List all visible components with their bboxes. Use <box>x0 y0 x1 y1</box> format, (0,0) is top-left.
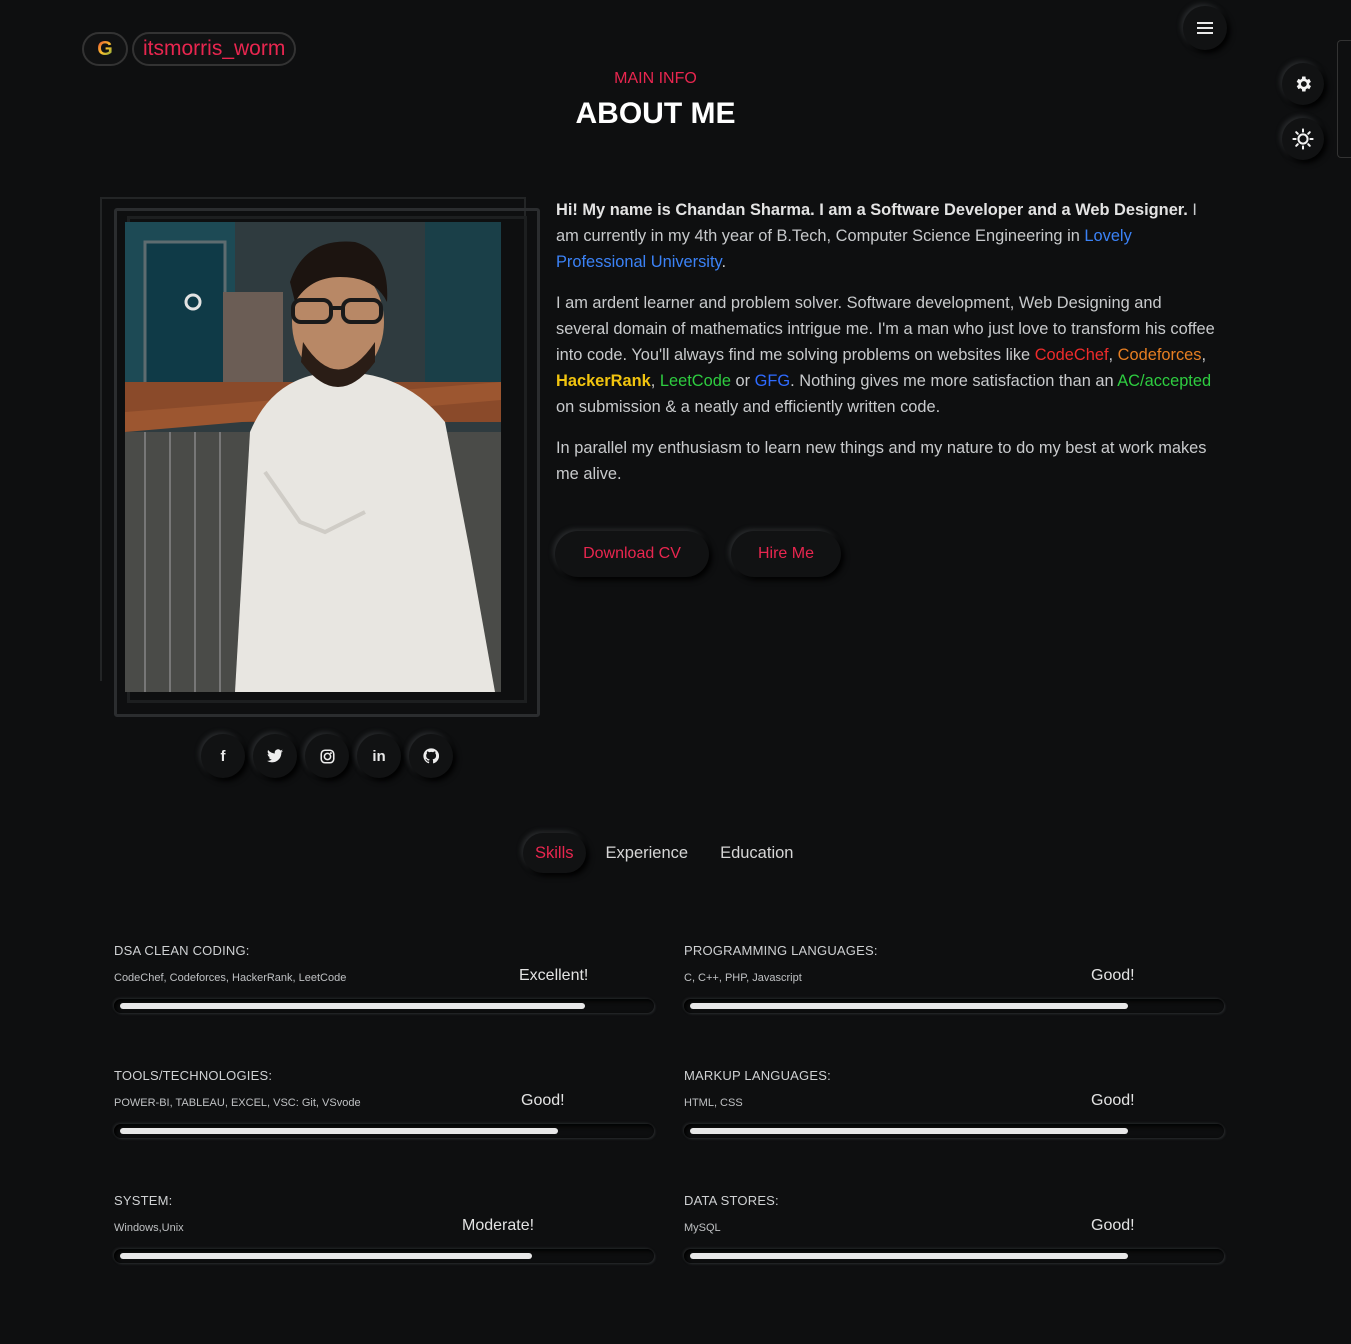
p2-text-b: . Nothing gives me more satisfaction tha… <box>790 372 1118 390</box>
intro-bold: Hi! My name is Chandan Sharma. I am a So… <box>556 201 1188 219</box>
skill-item: DATA STORES: MySQL Good! <box>684 1193 1224 1263</box>
skill-progress-fill <box>120 1253 532 1259</box>
section-title: ABOUT ME <box>575 97 736 130</box>
skill-title: PROGRAMMING LANGUAGES: <box>684 943 878 958</box>
skill-level: Moderate! <box>462 1217 535 1234</box>
skill-progress-track <box>684 999 1224 1013</box>
skill-title: TOOLS/TECHNOLOGIES: <box>114 1068 273 1083</box>
skill-progress-fill <box>690 1128 1128 1134</box>
p2-text-c: on submission & a neatly and efficiently… <box>556 398 941 416</box>
profile-photo <box>125 222 501 692</box>
skill-detail: POWER-BI, TABLEAU, EXCEL, VSC: Git, VSvo… <box>114 1097 361 1109</box>
skill-level: Good! <box>1091 967 1135 984</box>
menu-button[interactable] <box>1183 6 1227 50</box>
skill-level: Good! <box>1091 1217 1135 1234</box>
skill-progress-track <box>684 1124 1224 1138</box>
skill-progress-fill <box>120 1003 585 1009</box>
skill-progress-track <box>114 999 654 1013</box>
sun-icon <box>1292 128 1314 150</box>
ac-highlight: AC/accepted <box>1117 372 1212 390</box>
side-panel-edge <box>1337 40 1351 158</box>
skill-title: MARKUP LANGUAGES: <box>684 1068 831 1083</box>
skill-progress-track <box>114 1249 654 1263</box>
skill-detail: HTML, CSS <box>684 1097 743 1109</box>
skill-progress-fill <box>120 1128 558 1134</box>
intro-end: . <box>721 253 727 271</box>
separator: , <box>1201 346 1207 364</box>
site-logo[interactable]: G itsmorris_worm <box>82 32 297 66</box>
skill-detail: C, C++, PHP, Javascript <box>684 972 802 984</box>
facebook-icon[interactable]: f <box>201 734 245 778</box>
skill-progress-fill <box>690 1003 1128 1009</box>
gfg-link[interactable]: GFG <box>755 372 791 390</box>
separator: , <box>1108 346 1118 364</box>
skill-title: DATA STORES: <box>684 1193 779 1208</box>
skill-detail: MySQL <box>684 1222 721 1234</box>
linkedin-icon[interactable]: in <box>357 734 401 778</box>
about-paragraph-2: I am ardent learner and problem solver. … <box>556 290 1216 420</box>
skill-item: TOOLS/TECHNOLOGIES: POWER-BI, TABLEAU, E… <box>114 1068 654 1138</box>
tab-skills[interactable]: Skills <box>523 833 586 873</box>
username: itsmorris_worm <box>132 32 297 66</box>
hackerrank-link[interactable]: HackerRank <box>556 372 651 390</box>
skill-item: MARKUP LANGUAGES: HTML, CSS Good! <box>684 1068 1224 1138</box>
skill-level: Excellent! <box>519 967 589 984</box>
skill-progress-track <box>114 1124 654 1138</box>
separator: , <box>650 372 660 390</box>
skill-title: DSA CLEAN CODING: <box>114 943 250 958</box>
skill-item: PROGRAMMING LANGUAGES: C, C++, PHP, Java… <box>684 943 1224 1013</box>
twitter-icon[interactable] <box>253 734 297 778</box>
hamburger-icon <box>1197 22 1213 34</box>
separator: or <box>730 372 755 390</box>
logo-letter: G <box>97 37 113 60</box>
logo-badge: G <box>82 32 128 66</box>
instagram-icon[interactable] <box>305 734 349 778</box>
about-paragraph-1: Hi! My name is Chandan Sharma. I am a So… <box>556 197 1216 275</box>
skill-progress-track <box>684 1249 1224 1263</box>
leetcode-link[interactable]: LeetCode <box>660 372 731 390</box>
hire-me-button[interactable]: Hire Me <box>731 531 841 577</box>
codeforces-link[interactable]: Codeforces <box>1118 346 1202 364</box>
section-subtitle: MAIN INFO <box>614 70 697 87</box>
download-cv-button[interactable]: Download CV <box>555 531 709 577</box>
tab-bar: Skills Experience Education <box>523 833 805 873</box>
tab-experience[interactable]: Experience <box>594 833 701 873</box>
skill-item: SYSTEM: Windows,Unix Moderate! <box>114 1193 654 1263</box>
about-text: Hi! My name is Chandan Sharma. I am a So… <box>556 197 1216 502</box>
skill-level: Good! <box>1091 1092 1135 1109</box>
skill-detail: Windows,Unix <box>114 1222 184 1234</box>
social-links: f in <box>201 734 453 778</box>
tab-education[interactable]: Education <box>708 833 805 873</box>
codechef-link[interactable]: CodeChef <box>1035 346 1109 364</box>
github-icon[interactable] <box>409 734 453 778</box>
skill-title: SYSTEM: <box>114 1193 173 1208</box>
about-paragraph-3: In parallel my enthusiasm to learn new t… <box>556 439 1207 483</box>
skill-progress-fill <box>690 1253 1128 1259</box>
skill-item: DSA CLEAN CODING: CodeChef, Codeforces, … <box>114 943 654 1013</box>
skill-level: Good! <box>521 1092 565 1109</box>
